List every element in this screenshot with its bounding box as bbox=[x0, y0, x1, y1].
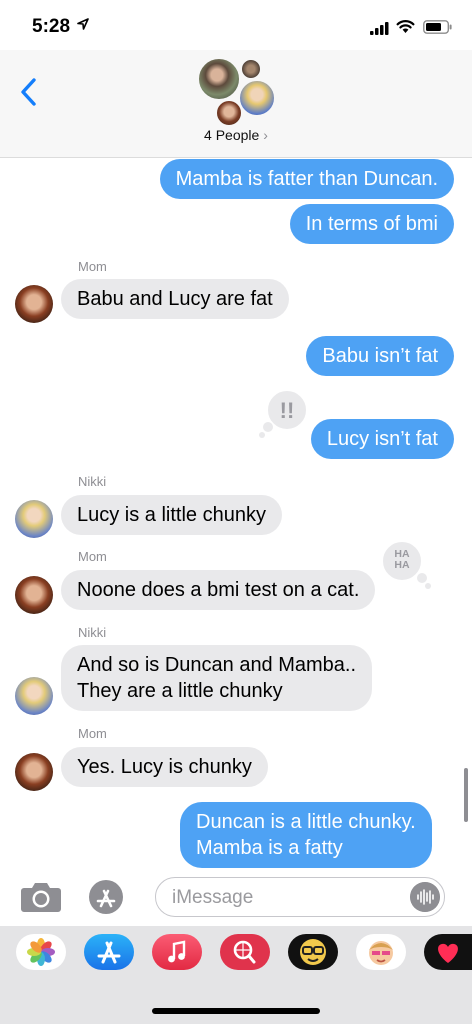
sender-name: Mom bbox=[78, 549, 107, 564]
search-images-icon bbox=[233, 940, 256, 964]
scroll-indicator[interactable] bbox=[464, 768, 468, 822]
group-avatars[interactable] bbox=[195, 55, 277, 129]
sender-name: Nikki bbox=[78, 625, 107, 640]
avatar-mom bbox=[15, 285, 53, 323]
memoji-app[interactable] bbox=[288, 934, 338, 970]
avatar bbox=[240, 58, 262, 80]
music-icon bbox=[168, 940, 186, 963]
message-line: Duncan is a little chunky. bbox=[196, 811, 416, 833]
tapback-emphasis-text: !! bbox=[280, 398, 295, 423]
message-bubble-outgoing[interactable]: Duncan is a little chunky. Mamba is a fa… bbox=[180, 802, 432, 868]
back-chevron-icon[interactable] bbox=[18, 76, 40, 108]
memoji-icon bbox=[300, 939, 326, 965]
message-field[interactable] bbox=[155, 877, 445, 917]
photos-app[interactable] bbox=[16, 934, 66, 970]
message-bubble-outgoing[interactable]: Babu isn’t fat bbox=[306, 336, 454, 376]
app-tray bbox=[0, 926, 472, 1024]
avatar bbox=[238, 79, 276, 117]
tapback-haha-icon[interactable]: HA HA bbox=[378, 540, 434, 590]
tapback-emphasis-icon[interactable]: !! bbox=[256, 389, 312, 439]
message-bubble-incoming[interactable]: Noone does a bmi test on a cat. bbox=[61, 570, 376, 610]
avatar-mom bbox=[15, 576, 53, 614]
message-input[interactable] bbox=[170, 884, 404, 912]
memoji-stickers-app[interactable] bbox=[356, 934, 406, 970]
avatar-nikki bbox=[15, 500, 53, 538]
message-bubble-incoming[interactable]: Babu and Lucy are fat bbox=[61, 279, 289, 319]
avatar-mom bbox=[15, 753, 53, 791]
digital-touch-app[interactable] bbox=[424, 934, 472, 970]
home-indicator[interactable] bbox=[152, 1008, 320, 1014]
images-search-app[interactable] bbox=[220, 934, 270, 970]
music-app[interactable] bbox=[152, 934, 202, 970]
message-bubble-incoming[interactable]: Yes. Lucy is chunky bbox=[61, 747, 268, 787]
message-bubble-incoming[interactable]: And so is Duncan and Mamba.. They are a … bbox=[61, 645, 373, 711]
digital-touch-icon bbox=[438, 943, 458, 963]
cellular-signal-icon bbox=[370, 22, 389, 35]
conversation-header: 4 People › bbox=[0, 50, 472, 158]
message-bubble-outgoing[interactable]: Mamba is fatter than Duncan. bbox=[159, 159, 454, 199]
sender-name: Mom bbox=[78, 726, 107, 741]
camera-icon[interactable] bbox=[20, 880, 62, 914]
app-store-icon[interactable] bbox=[88, 879, 124, 915]
message-line: And so is Duncan and Mamba.. bbox=[77, 654, 357, 676]
message-line: They are a little chunky bbox=[77, 680, 283, 702]
group-people-label: 4 People bbox=[204, 127, 260, 143]
status-bar: 5:28 bbox=[0, 0, 472, 50]
group-name-button[interactable]: 4 People › bbox=[0, 127, 472, 143]
chevron-right-icon: › bbox=[263, 127, 268, 143]
location-arrow-icon bbox=[77, 18, 89, 30]
avatar-nikki bbox=[15, 677, 53, 715]
wifi-icon bbox=[396, 20, 415, 33]
message-bubble-outgoing[interactable]: Lucy isn’t fat bbox=[310, 419, 454, 459]
photos-icon bbox=[27, 938, 55, 966]
audio-message-icon[interactable] bbox=[410, 882, 440, 912]
sender-name: Nikki bbox=[78, 474, 107, 489]
message-line: Mamba is a fatty bbox=[196, 837, 343, 859]
app-store-icon bbox=[97, 941, 121, 964]
sender-name: Mom bbox=[78, 259, 107, 274]
compose-bar bbox=[0, 870, 472, 926]
app-store-app[interactable] bbox=[84, 934, 134, 970]
avatar bbox=[215, 99, 243, 127]
message-bubble-incoming[interactable]: Lucy is a little chunky bbox=[61, 495, 282, 535]
status-time: 5:28 bbox=[32, 16, 71, 37]
tapback-haha-text: HA HA bbox=[394, 548, 410, 571]
message-bubble-outgoing[interactable]: In terms of bmi bbox=[289, 204, 454, 244]
avatar bbox=[197, 57, 241, 101]
battery-icon bbox=[423, 20, 452, 34]
memoji-sticker-icon bbox=[369, 941, 393, 965]
